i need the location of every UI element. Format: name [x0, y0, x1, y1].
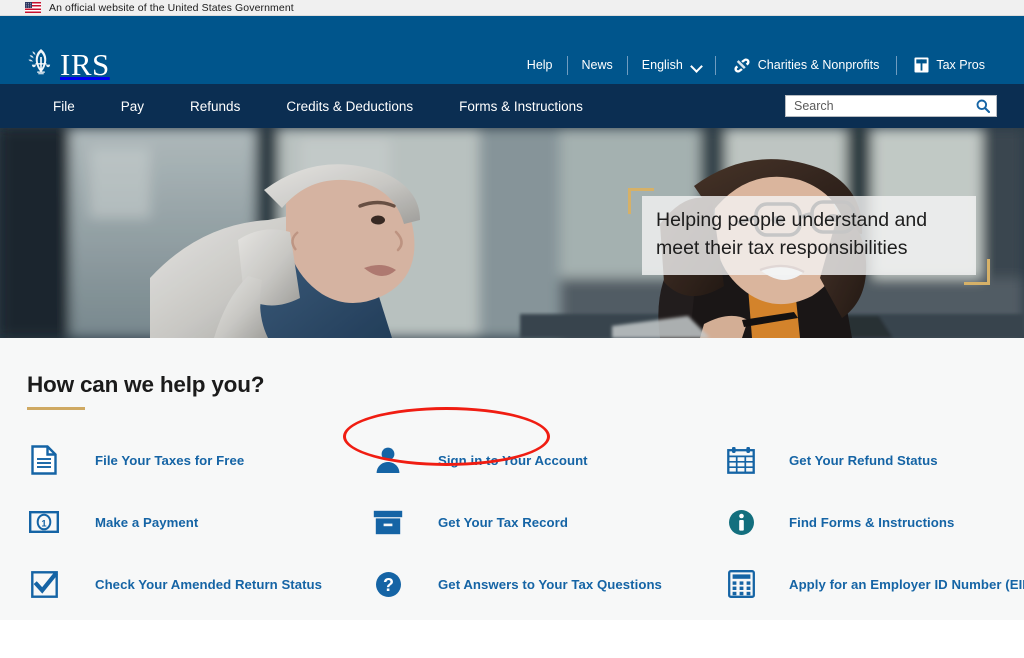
calculator-icon	[724, 567, 758, 601]
primary-nav-list: File Pay Refunds Credits & Deductions Fo…	[0, 99, 606, 114]
person-icon	[371, 443, 405, 477]
help-link-sign-in-account[interactable]: Sign in to Your Account	[371, 443, 705, 477]
nav-item-refunds[interactable]: Refunds	[167, 99, 263, 114]
util-link-news[interactable]: News	[568, 58, 627, 72]
help-link-label: Make a Payment	[95, 514, 199, 530]
irs-logo-link[interactable]: IRS	[24, 46, 110, 82]
help-link-find-forms[interactable]: Find Forms & Instructions	[724, 505, 1024, 539]
svg-text:1: 1	[41, 517, 46, 528]
util-link-help[interactable]: Help	[513, 58, 567, 72]
tax-pros-book-icon	[914, 57, 929, 73]
help-link-label: Check Your Amended Return Status	[95, 576, 323, 592]
search-icon	[976, 99, 990, 113]
utility-navigation: Help News English Charities & Nonprofits	[513, 54, 1002, 76]
primary-navigation: File Pay Refunds Credits & Deductions Fo…	[0, 84, 1024, 128]
hero-banner: Helping people understand and meet their…	[0, 128, 1024, 338]
util-label: Tax Pros	[936, 58, 985, 72]
help-link-file-taxes-free[interactable]: File Your Taxes for Free	[27, 443, 360, 477]
language-selector[interactable]: English	[628, 58, 715, 72]
util-label: English	[641, 58, 683, 72]
question-circle-icon: ?	[371, 567, 405, 601]
official-banner-text: An official website of the United States…	[49, 1, 294, 14]
util-label: News	[581, 58, 613, 72]
help-link-label: Get Your Tax Record	[438, 514, 568, 530]
nav-item-pay[interactable]: Pay	[98, 99, 167, 114]
util-label: Charities & Nonprofits	[757, 58, 880, 72]
site-header: IRS Help News English Charities & Nonpro…	[0, 16, 1024, 84]
official-government-banner: An official website of the United States…	[0, 0, 1024, 16]
calendar-icon	[724, 443, 758, 477]
archive-box-icon	[371, 505, 405, 539]
help-link-make-payment[interactable]: 1 Make a Payment	[27, 505, 360, 539]
hero-caption-frame: Helping people understand and meet their…	[628, 188, 990, 285]
hero-caption-line-2: meet their tax responsibilities	[656, 236, 908, 259]
help-link-refund-status[interactable]: Get Your Refund Status	[724, 443, 1024, 477]
checkbox-icon	[27, 567, 61, 601]
help-link-label: File Your Taxes for Free	[95, 452, 245, 468]
help-link-amended-return-status[interactable]: Check Your Amended Return Status	[27, 567, 360, 601]
search-button[interactable]	[970, 96, 996, 116]
search-box	[785, 95, 997, 117]
help-link-label: Find Forms & Instructions	[789, 514, 955, 530]
search-input[interactable]	[786, 96, 970, 116]
document-icon	[27, 443, 61, 477]
hero-caption-line-1: Helping people understand and	[656, 209, 928, 231]
irs-eagle-scales-emblem	[28, 49, 51, 75]
help-link-label: Get Answers to Your Tax Questions	[438, 576, 662, 592]
chevron-down-icon	[692, 61, 701, 70]
help-link-label: Get Your Refund Status	[789, 452, 938, 468]
irs-homepage: An official website of the United States…	[0, 0, 1024, 658]
nav-item-file[interactable]: File	[30, 99, 98, 114]
nav-item-forms-instructions[interactable]: Forms & Instructions	[436, 99, 606, 114]
help-link-label: Sign in to Your Account	[438, 452, 588, 468]
util-label: Help	[526, 58, 553, 72]
help-title-wrap: How can we help you?	[0, 372, 1024, 410]
dollar-bill-icon: 1	[27, 505, 61, 539]
help-link-label: Apply for an Employer ID Number (EIN)	[789, 576, 1024, 592]
help-link-apply-ein[interactable]: Apply for an Employer ID Number (EIN)	[724, 567, 1024, 601]
how-can-we-help-section: How can we help you? File Your Taxes for…	[0, 338, 1024, 620]
charities-hands-icon	[734, 57, 750, 73]
title-underline	[27, 407, 85, 410]
page-title: How can we help you?	[27, 372, 265, 397]
us-flag-icon	[25, 2, 41, 13]
nav-item-credits-deductions[interactable]: Credits & Deductions	[263, 99, 436, 114]
info-circle-icon	[724, 505, 758, 539]
irs-logo-text: IRS	[60, 46, 110, 82]
help-link-tax-record[interactable]: Get Your Tax Record	[371, 505, 705, 539]
help-link-tax-questions[interactable]: ? Get Answers to Your Tax Questions	[371, 567, 705, 601]
util-link-tax-pros[interactable]: Tax Pros	[897, 57, 1002, 73]
svg-text:?: ?	[383, 575, 394, 595]
hero-caption: Helping people understand and meet their…	[642, 196, 976, 276]
help-links-grid: File Your Taxes for Free Sign in to Your…	[0, 443, 1024, 601]
util-link-charities[interactable]: Charities & Nonprofits	[716, 57, 897, 73]
